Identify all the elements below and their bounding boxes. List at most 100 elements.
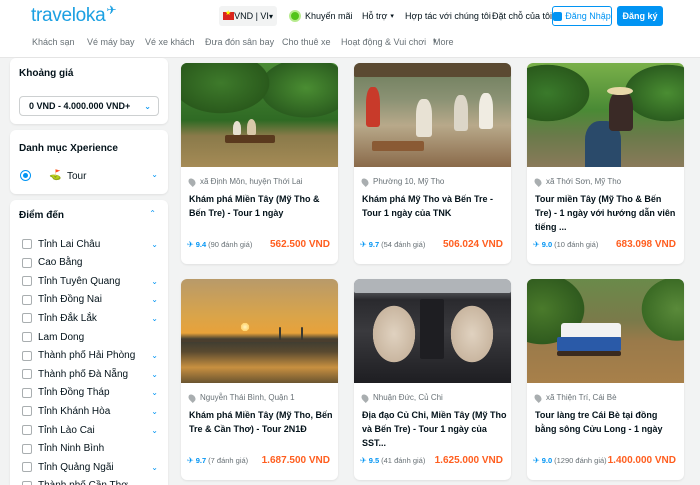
chevron-down-icon[interactable]: ⌄ bbox=[151, 370, 158, 379]
traveloka-bird-icon: ✈ bbox=[360, 240, 367, 249]
destination-checkbox[interactable] bbox=[22, 239, 32, 249]
destination-checkbox[interactable] bbox=[22, 294, 32, 305]
category-bus[interactable]: Vé xe khách bbox=[145, 37, 195, 47]
xperience-category-filter: Danh mục Xperience ⛳ Tour ⌄ bbox=[10, 130, 168, 194]
category-car-rental[interactable]: Cho thuê xe bbox=[282, 37, 331, 47]
chevron-down-icon[interactable]: ⌄ bbox=[151, 351, 158, 360]
chevron-up-icon[interactable]: ⌃ bbox=[149, 209, 156, 218]
destination-item[interactable]: Tỉnh Khánh Hòa ⌄ bbox=[22, 405, 158, 417]
destination-label: Cao Bằng bbox=[38, 257, 83, 269]
destination-checkbox[interactable] bbox=[22, 313, 32, 324]
destination-label: Tỉnh Lào Cai bbox=[38, 424, 95, 436]
chevron-down-icon[interactable]: ⌄ bbox=[151, 295, 158, 304]
product-rating: ✈ 9.0 (10 đánh giá) bbox=[533, 240, 598, 249]
destination-checkbox[interactable] bbox=[22, 462, 32, 473]
chevron-down-icon[interactable]: ⌄ bbox=[151, 481, 158, 485]
vietnam-flag-icon bbox=[223, 9, 234, 20]
support-menu[interactable]: Hỗ trợ ▾ bbox=[362, 6, 394, 26]
traveloka-bird-icon: ✈ bbox=[533, 456, 540, 465]
destination-checkbox[interactable] bbox=[22, 276, 32, 287]
location-pin-icon bbox=[187, 392, 197, 403]
destination-item[interactable]: Tỉnh Quảng Ngãi ⌄ bbox=[22, 461, 158, 473]
top-header: traveloka ✈ VND | VI ▾ Khuyến mãi Hỗ trợ… bbox=[0, 0, 700, 58]
rating-score: 9.4 bbox=[195, 240, 207, 249]
partner-link[interactable]: Hợp tác với chúng tôi bbox=[405, 6, 491, 26]
product-title[interactable]: Tour miền Tây (Mỹ Tho & Bến Tre) - 1 ngà… bbox=[535, 192, 680, 234]
chevron-down-icon: ⌄ bbox=[144, 101, 151, 111]
chevron-down-icon[interactable]: ⌄ bbox=[151, 388, 158, 397]
category-flights[interactable]: Vé máy bay bbox=[87, 37, 135, 47]
destination-item[interactable]: Tỉnh Lào Cai ⌄ bbox=[22, 424, 158, 436]
destination-checkbox[interactable] bbox=[22, 257, 32, 268]
product-card[interactable]: xã Thới Sơn, Mỹ Tho Tour miền Tây (Mỹ Th… bbox=[527, 63, 684, 264]
product-card[interactable]: Phường 10, Mỹ Tho Khám phá Mỹ Tho và Bến… bbox=[354, 63, 511, 264]
location-text: Nguyễn Thái Bình, Quận 1 bbox=[200, 393, 295, 402]
product-card[interactable]: Nhuận Đức, Củ Chi Địa đạo Củ Chi, Miền T… bbox=[354, 279, 511, 480]
product-title[interactable]: Khám phá Miền Tây (Mỹ Tho & Bến Tre) - T… bbox=[189, 192, 334, 220]
chevron-down-icon[interactable]: ⌄ bbox=[151, 426, 158, 435]
product-price: 506.024 VND bbox=[442, 239, 503, 250]
chevron-down-icon[interactable]: ⌄ bbox=[151, 240, 158, 249]
location-pin-icon bbox=[187, 176, 197, 187]
category-activities[interactable]: Hoạt động & Vui chơi bbox=[341, 37, 426, 47]
destination-item[interactable]: Thành phố Cần Thơ ⌄ bbox=[22, 480, 158, 485]
product-price: 683.098 VND bbox=[615, 239, 676, 250]
destination-item[interactable]: Lam Dong bbox=[22, 331, 158, 343]
destination-checkbox[interactable] bbox=[22, 387, 32, 398]
traveloka-logo[interactable]: traveloka ✈ bbox=[31, 3, 116, 27]
destination-item[interactable]: Tỉnh Đồng Nai ⌄ bbox=[22, 294, 158, 306]
destination-item[interactable]: Tỉnh Đắk Lắk ⌄ bbox=[22, 312, 158, 324]
product-title[interactable]: Khám phá Mỹ Tho và Bến Tre - Tour 1 ngày… bbox=[362, 192, 507, 220]
product-card[interactable]: Nguyễn Thái Bình, Quận 1 Khám phá Miền T… bbox=[181, 279, 338, 480]
destination-item[interactable]: Cao Bằng bbox=[22, 257, 158, 269]
destination-item[interactable]: Tỉnh Lai Châu ⌄ bbox=[22, 238, 158, 250]
destination-checkbox[interactable] bbox=[22, 369, 32, 380]
destination-checkbox[interactable] bbox=[22, 443, 32, 454]
promo-link[interactable]: Khuyến mãi bbox=[289, 6, 353, 26]
destination-checkbox[interactable] bbox=[22, 480, 32, 485]
chevron-down-icon[interactable]: ⌄ bbox=[151, 463, 158, 472]
destination-label: Lam Dong bbox=[38, 331, 85, 343]
rating-score: 9.7 bbox=[195, 456, 207, 465]
price-range-title: Khoảng giá bbox=[19, 68, 74, 79]
register-button[interactable]: Đăng ký bbox=[617, 6, 663, 26]
partner-label: Hợp tác với chúng tôi bbox=[405, 11, 491, 21]
destination-item[interactable]: Tỉnh Ninh Bình bbox=[22, 443, 158, 455]
destination-checkbox[interactable] bbox=[22, 350, 32, 361]
destination-label: Tỉnh Lai Châu bbox=[38, 238, 101, 250]
currency-language-selector[interactable]: VND | VI ▾ bbox=[219, 6, 277, 26]
price-range-filter: Khoảng giá 0 VND - 4.000.000 VND+ ⌄ bbox=[10, 58, 168, 124]
destination-checkbox[interactable] bbox=[22, 425, 32, 435]
chevron-down-icon[interactable]: ⌄ bbox=[151, 407, 158, 416]
product-title[interactable]: Khám phá Miền Tây (Mỹ Tho, Bến Tre & Cần… bbox=[189, 408, 334, 436]
chevron-down-icon[interactable]: ⌄ bbox=[151, 277, 158, 286]
destination-label: Thành phố Hải Phòng bbox=[38, 350, 136, 362]
promo-label: Khuyến mãi bbox=[305, 11, 353, 21]
category-airport-transfer[interactable]: Đưa đón sân bay bbox=[205, 37, 274, 47]
product-title[interactable]: Địa đạo Củ Chi, Miền Tây (Mỹ Tho và Bến … bbox=[362, 408, 507, 450]
price-range-select[interactable]: 0 VND - 4.000.000 VND+ ⌄ bbox=[19, 96, 159, 116]
destination-item[interactable]: Tỉnh Tuyên Quang ⌄ bbox=[22, 275, 158, 287]
destination-item[interactable]: Tỉnh Đồng Tháp ⌄ bbox=[22, 387, 158, 399]
product-card[interactable]: xã Thiện Trí, Cái Bè Tour làng tre Cái B… bbox=[527, 279, 684, 480]
destination-item[interactable]: Thành phố Đà Nẵng ⌄ bbox=[22, 368, 158, 380]
product-card[interactable]: xã Định Môn, huyện Thới Lai Khám phá Miề… bbox=[181, 63, 338, 264]
destination-label: Tỉnh Khánh Hòa bbox=[38, 405, 111, 417]
product-title[interactable]: Tour làng tre Cái Bè tại đồng bằng sông … bbox=[535, 408, 680, 436]
chevron-down-icon: ▾ bbox=[433, 38, 437, 45]
login-button[interactable]: Đăng Nhập bbox=[552, 6, 612, 26]
destination-item[interactable]: Thành phố Hải Phòng ⌄ bbox=[22, 350, 158, 362]
register-label: Đăng ký bbox=[622, 11, 658, 21]
destination-checkbox[interactable] bbox=[22, 406, 32, 417]
traveloka-bird-icon: ✈ bbox=[187, 456, 194, 465]
chevron-down-icon[interactable]: ⌄ bbox=[151, 170, 158, 179]
product-rating: ✈ 9.4 (90 đánh giá) bbox=[187, 240, 252, 249]
location-pin-icon bbox=[533, 392, 543, 403]
tour-radio[interactable] bbox=[20, 170, 31, 181]
my-bookings-link[interactable]: Đặt chỗ của tôi bbox=[492, 6, 552, 26]
destination-checkbox[interactable] bbox=[22, 332, 32, 342]
review-count: (1290 đánh giá) bbox=[554, 456, 607, 465]
chevron-down-icon: ▾ bbox=[268, 11, 273, 21]
category-hotels[interactable]: Khách sạn bbox=[32, 37, 75, 47]
chevron-down-icon[interactable]: ⌄ bbox=[151, 314, 158, 323]
